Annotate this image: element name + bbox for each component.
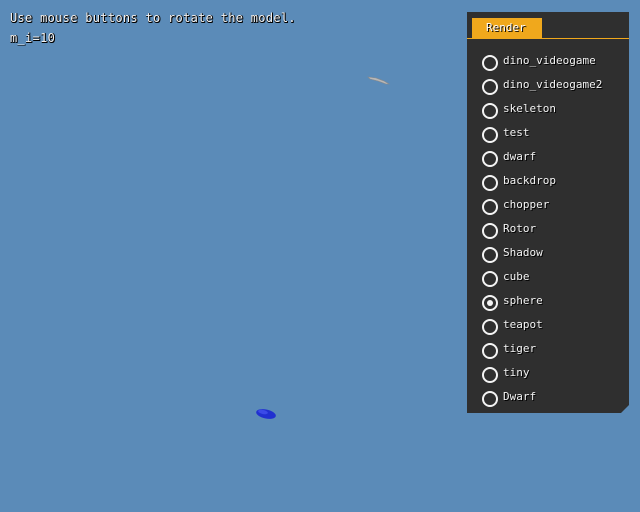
radio-button-icon[interactable] [482,127,498,143]
radio-item-shadow[interactable]: Shadow [467,242,629,266]
tab-underline [467,38,629,39]
radio-button-icon[interactable] [482,343,498,359]
radio-button-icon[interactable] [482,79,498,95]
radio-item-teapot[interactable]: teapot [467,314,629,338]
radio-item-rotor[interactable]: Rotor [467,218,629,242]
radio-button-icon[interactable] [482,319,498,335]
radio-item-test[interactable]: test [467,122,629,146]
radio-item-chopper[interactable]: chopper [467,194,629,218]
radio-label: sphere [503,294,543,307]
radio-button-icon[interactable] [482,247,498,263]
radio-button-icon[interactable] [482,271,498,287]
radio-item-dwarf[interactable]: dwarf [467,146,629,170]
radio-label: teapot [503,318,543,331]
status-text: m_i=10 [10,31,56,45]
radio-label: tiger [503,342,537,355]
radio-label: backdrop [503,174,556,187]
radio-button-icon[interactable] [482,151,498,167]
radio-item-skeleton[interactable]: skeleton [467,98,629,122]
radio-button-icon[interactable] [482,199,498,215]
radio-item-sphere[interactable]: sphere [467,290,629,314]
radio-label: chopper [503,198,550,211]
radio-item-dwarf[interactable]: Dwarf [467,386,629,410]
radio-item-backdrop[interactable]: backdrop [467,170,629,194]
radio-label: dwarf [503,150,537,163]
radio-label: Dwarf [503,390,537,403]
radio-item-cube[interactable]: cube [467,266,629,290]
radio-item-dino-videogame[interactable]: dino_videogame [467,50,629,74]
radio-button-icon[interactable] [482,223,498,239]
radio-selected-dot-icon [487,300,493,306]
radio-button-icon[interactable] [482,295,498,311]
radio-label: Shadow [503,246,543,259]
model-radio-list: dino_videogame dino_videogame2 skeleton tes… [467,50,629,410]
radio-label: dino_videogame2 [503,78,603,91]
radio-button-icon[interactable] [482,55,498,71]
radio-label: cube [503,270,530,283]
radio-button-icon[interactable] [482,367,498,383]
radio-label: skeleton [503,102,556,115]
radio-button-icon[interactable] [482,103,498,119]
radio-item-tiny[interactable]: tiny [467,362,629,386]
tab-render[interactable]: Render [472,18,542,38]
radio-button-icon[interactable] [482,175,498,191]
render-panel: Render dino_videogame dino_videogame2skel… [467,12,629,413]
radio-item-dino-videogame2[interactable]: dino_videogame2 [467,74,629,98]
radio-label: tiny [503,366,530,379]
radio-label: test [503,126,530,139]
instructions-text: Use mouse buttons to rotate the model. [10,11,296,25]
radio-item-tiger[interactable]: tiger [467,338,629,362]
radio-label: dino_videogame [503,54,596,67]
radio-label: Rotor [503,222,537,235]
radio-button-icon[interactable] [482,391,498,407]
